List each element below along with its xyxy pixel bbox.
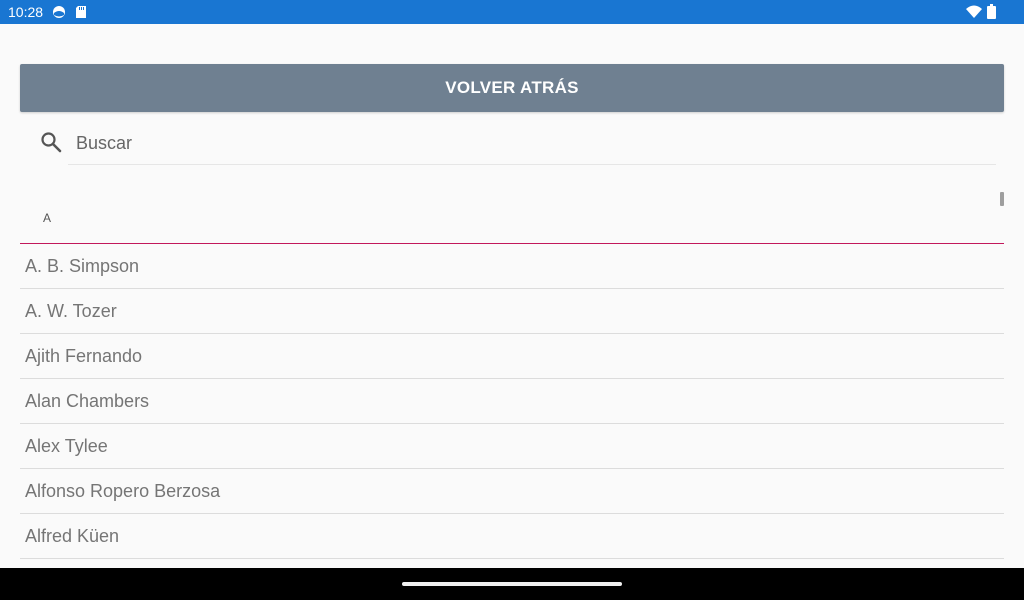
back-button[interactable]: VOLVER ATRÁS <box>20 64 1004 112</box>
list-item[interactable]: Alfonso Ropero Berzosa <box>20 469 1004 514</box>
home-gesture-handle[interactable] <box>402 582 622 586</box>
status-bar: 10:28 <box>0 0 1024 24</box>
list-item[interactable]: Alan Chambers <box>20 379 1004 424</box>
list-item[interactable]: A. W. Tozer <box>20 289 1004 334</box>
contact-picker-screen: VOLVER ATRÁS A A. B. Simpson A. W. Tozer… <box>0 24 1024 568</box>
wifi-icon <box>966 5 982 18</box>
search-icon <box>41 132 62 153</box>
section-header-letter: A <box>43 211 52 225</box>
list-item[interactable]: A. B. Simpson <box>20 244 1004 289</box>
scrollbar-thumb[interactable] <box>1000 192 1004 206</box>
list-item[interactable]: Alex Tylee <box>20 424 1004 469</box>
search-input[interactable] <box>68 123 996 165</box>
battery-icon <box>987 4 996 19</box>
contact-list: A. B. Simpson A. W. Tozer Ajith Fernando… <box>20 244 1004 559</box>
navigation-bar <box>0 568 1024 600</box>
sd-card-icon <box>76 6 86 18</box>
list-item[interactable]: Ajith Fernando <box>20 334 1004 379</box>
sync-icon <box>53 6 65 18</box>
list-item[interactable]: Alfred Küen <box>20 514 1004 559</box>
status-time: 10:28 <box>8 4 44 20</box>
